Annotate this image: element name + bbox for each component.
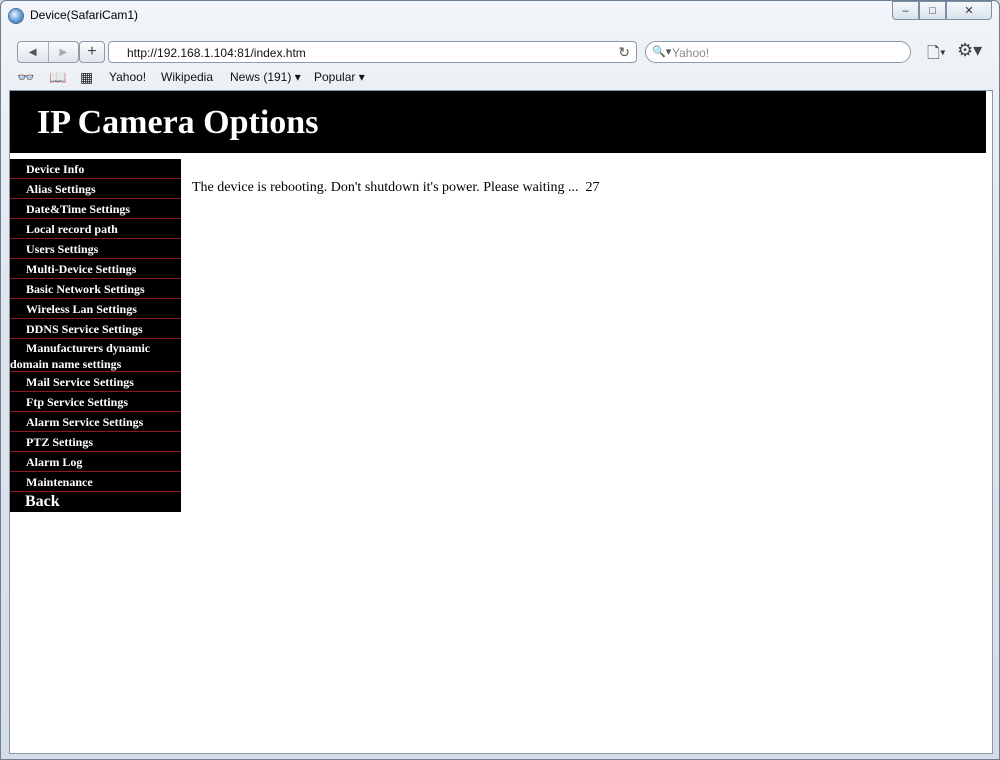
menu-item-device-info[interactable]: Device Info: [10, 159, 181, 179]
page-menu-icon[interactable]: 🗋▾: [927, 42, 946, 69]
menu-item-alarm-service-settings[interactable]: Alarm Service Settings: [10, 412, 181, 432]
reload-icon[interactable]: ↻: [618, 44, 630, 61]
minimize-button[interactable]: –: [892, 1, 919, 20]
browser-toolbar: ◀ ▶ + http://192.168.1.104:81/index.htm …: [9, 37, 993, 67]
add-bookmark-button[interactable]: +: [79, 41, 105, 63]
reading-list-icon[interactable]: 👓: [17, 69, 34, 86]
forward-button[interactable]: ▶: [47, 42, 79, 62]
page-viewport: IP Camera Options Device Info Alias Sett…: [9, 90, 993, 754]
menu-item-ptz-settings[interactable]: PTZ Settings: [10, 432, 181, 452]
menu-item-ftp-service-settings[interactable]: Ftp Service Settings: [10, 392, 181, 412]
back-button[interactable]: ◀: [18, 42, 48, 62]
menu-item-wireless-lan-settings[interactable]: Wireless Lan Settings: [10, 299, 181, 319]
search-icon[interactable]: 🔍▾: [652, 45, 671, 58]
address-bar[interactable]: http://192.168.1.104:81/index.htm ↻: [108, 41, 637, 63]
menu-item-datetime-settings[interactable]: Date&Time Settings: [10, 199, 181, 219]
menu-item-ddns-service-settings[interactable]: DDNS Service Settings: [10, 319, 181, 339]
bookmark-yahoo[interactable]: Yahoo!: [109, 70, 146, 84]
search-placeholder: Yahoo!: [672, 46, 710, 60]
menu-item-local-record-path[interactable]: Local record path: [10, 219, 181, 239]
browser-window: Device(SafariCam1) – □ ✕ ◀ ▶ + http://19…: [0, 0, 1000, 760]
close-button[interactable]: ✕: [946, 1, 992, 20]
maximize-button[interactable]: □: [919, 1, 946, 20]
page-title: IP Camera Options: [37, 104, 319, 141]
back-link[interactable]: Back: [10, 492, 181, 512]
bookmark-news[interactable]: News (191) ▾: [230, 70, 301, 84]
bookmark-popular[interactable]: Popular ▾: [314, 70, 365, 84]
search-input[interactable]: 🔍▾ Yahoo!: [645, 41, 911, 63]
menu-item-manufacturers-ddns-settings[interactable]: Manufacturers dynamic domain name settin…: [10, 339, 181, 372]
gear-icon[interactable]: ⚙▾: [957, 40, 982, 61]
browser-logo-icon: [8, 8, 24, 24]
menu-item-multi-device-settings[interactable]: Multi-Device Settings: [10, 259, 181, 279]
bookmarks-bar: 👓 📖 ▦ Yahoo! Wikipedia News (191) ▾ Popu…: [9, 67, 993, 89]
menu-item-alias-settings[interactable]: Alias Settings: [10, 179, 181, 199]
menu-item-maintenance[interactable]: Maintenance: [10, 472, 181, 492]
menu-item-alarm-log[interactable]: Alarm Log: [10, 452, 181, 472]
bookmark-wikipedia[interactable]: Wikipedia: [161, 70, 213, 84]
window-title: Device(SafariCam1): [30, 8, 139, 22]
reboot-status-message: The device is rebooting. Don't shutdown …: [192, 180, 600, 195]
window-controls: – □ ✕: [892, 1, 992, 21]
menu-item-mail-service-settings[interactable]: Mail Service Settings: [10, 372, 181, 392]
options-menu: Device Info Alias Settings Date&Time Set…: [10, 159, 181, 512]
navigation-buttons: ◀ ▶: [17, 41, 79, 63]
bookmarks-book-icon[interactable]: 📖: [49, 69, 66, 86]
menu-item-basic-network-settings[interactable]: Basic Network Settings: [10, 279, 181, 299]
title-bar: Device(SafariCam1) – □ ✕: [1, 1, 999, 31]
url-text[interactable]: http://192.168.1.104:81/index.htm: [127, 46, 306, 60]
top-sites-icon[interactable]: ▦: [80, 69, 93, 86]
page-header: IP Camera Options: [10, 91, 986, 153]
menu-item-users-settings[interactable]: Users Settings: [10, 239, 181, 259]
